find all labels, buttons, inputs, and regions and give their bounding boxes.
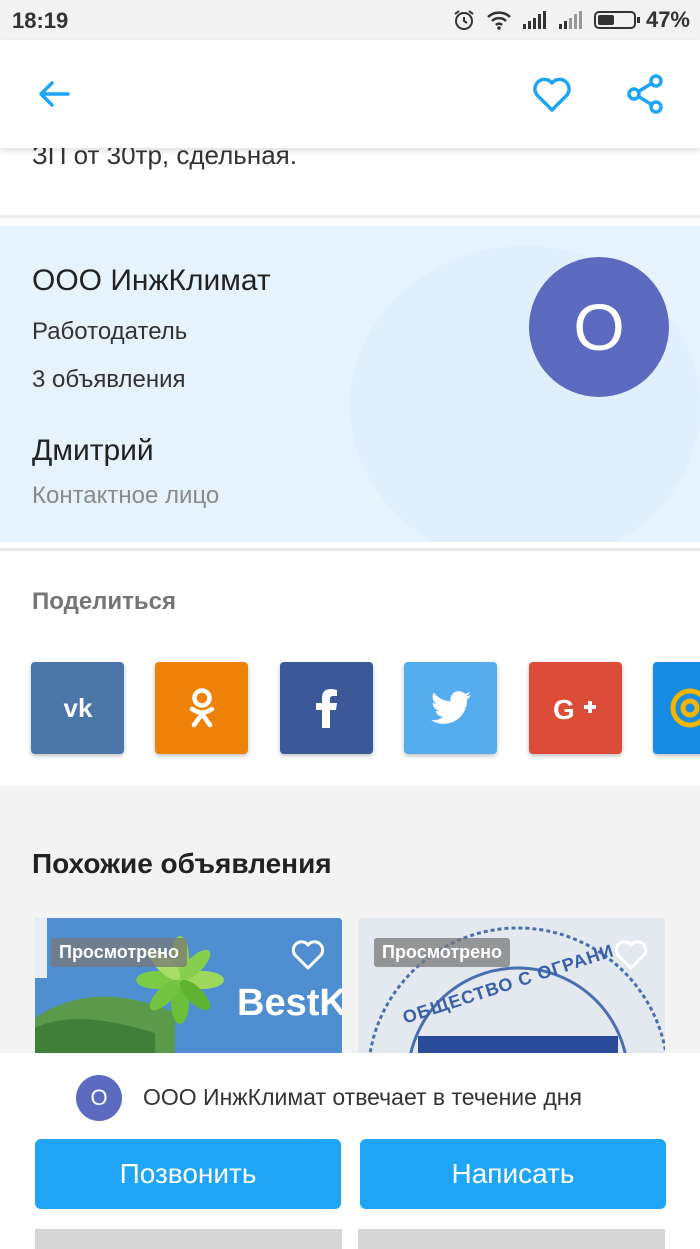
favorite-heart-icon[interactable] [288, 934, 328, 974]
viewed-badge: Просмотрено [374, 938, 511, 967]
share-facebook-button[interactable] [280, 662, 373, 754]
company-name[interactable]: ООО ИнжКлимат [32, 264, 271, 298]
divider [0, 215, 700, 218]
svg-text:vk: vk [63, 693, 92, 723]
share-odnoklassniki-button[interactable] [155, 662, 248, 754]
signal-icon-2 [558, 11, 582, 29]
signal-icon [522, 11, 546, 29]
share-google-plus-button[interactable]: G [529, 662, 622, 754]
twitter-bird-icon [430, 691, 471, 724]
svg-text:G: G [553, 694, 575, 723]
seller-role: Работодатель [32, 318, 188, 345]
battery-icon [593, 11, 640, 29]
call-button[interactable]: Позвонить [35, 1139, 341, 1209]
alarm-icon [454, 10, 474, 30]
favorite-heart-icon[interactable] [528, 70, 576, 118]
status-icons: 47% [452, 7, 690, 33]
share-icon[interactable] [622, 70, 670, 118]
facebook-icon [315, 689, 337, 728]
favorite-heart-icon[interactable] [611, 934, 651, 974]
status-time: 18:19 [12, 8, 69, 33]
app-bar [0, 40, 700, 148]
seller-avatar[interactable]: О [529, 257, 669, 397]
seller-mini-avatar: О [76, 1075, 122, 1121]
share-vk-button[interactable]: vk [31, 662, 124, 754]
share-more-button[interactable] [653, 662, 700, 754]
message-button[interactable]: Написать [360, 1139, 666, 1209]
odnoklassniki-icon [189, 688, 214, 728]
back-arrow-icon[interactable] [30, 70, 78, 118]
vk-icon: vk [63, 693, 92, 723]
mail-ru-icon [670, 688, 700, 728]
card-peek [358, 1229, 665, 1249]
google-plus-icon: G [553, 694, 596, 723]
similar-card[interactable]: BestK Просмотрено [35, 918, 342, 1058]
card-logo-text: BestK [237, 982, 342, 1024]
ads-count[interactable]: 3 объявления [32, 366, 186, 394]
similar-card[interactable]: ОБЩЕСТВО С ОГРАНИ Просмотрено [358, 918, 665, 1058]
divider [0, 548, 700, 551]
seller-block[interactable]: ООО ИнжКлимат Работодатель 3 объявления … [0, 226, 700, 542]
similar-title: Похожие объявления [32, 848, 332, 879]
status-bar: 18:19 47% [0, 0, 700, 40]
contact-role: Контактное лицо [32, 482, 220, 509]
viewed-badge: Просмотрено [51, 938, 188, 967]
battery-percent: 47% [645, 7, 690, 32]
share-title: Поделиться [32, 588, 177, 615]
wifi-icon [487, 11, 511, 30]
response-time-text: ООО ИнжКлимат отвечает в течение дня [143, 1084, 582, 1110]
contact-name: Дмитрий [32, 434, 154, 467]
card-peek [35, 1229, 342, 1249]
contact-panel: О ООО ИнжКлимат отвечает в течение дня П… [0, 1053, 700, 1249]
share-twitter-button[interactable] [404, 662, 497, 754]
